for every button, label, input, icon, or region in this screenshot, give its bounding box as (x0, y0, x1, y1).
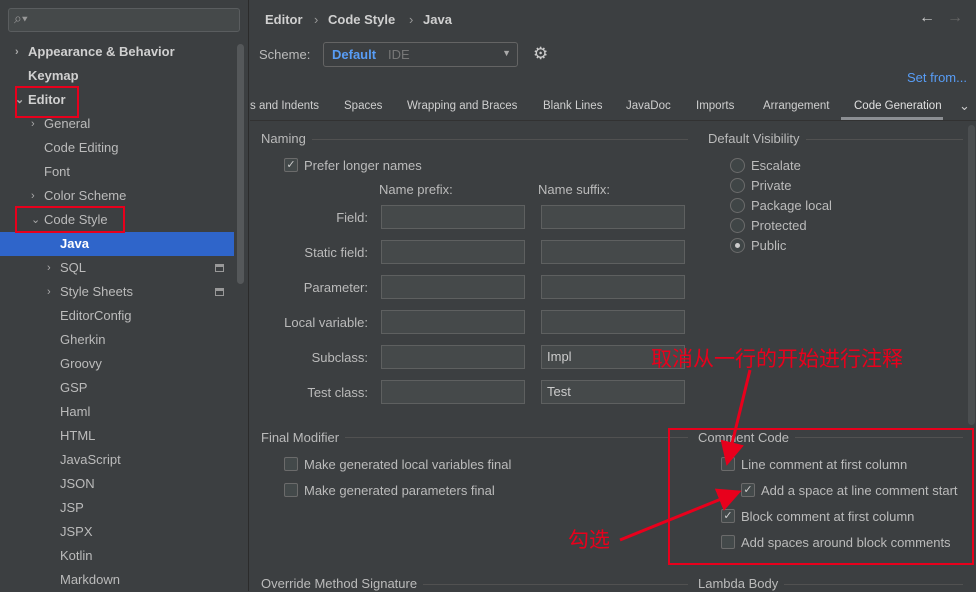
annotation-arrow-bottom (619, 488, 742, 542)
annotation-arrows (619, 369, 752, 542)
annotation-arrow-top (720, 369, 752, 466)
